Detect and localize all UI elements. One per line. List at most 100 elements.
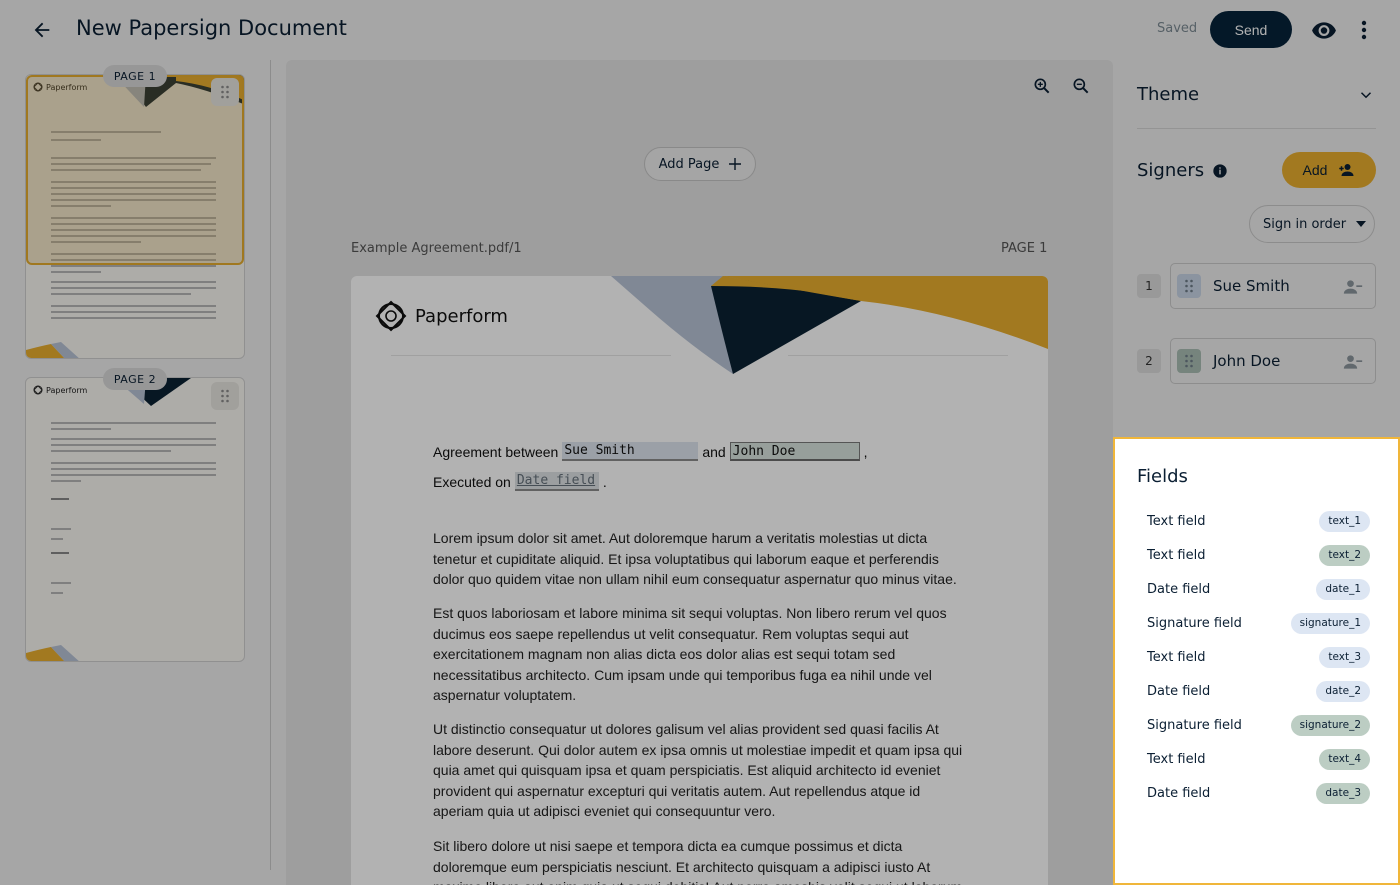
thumbnail-text-line [51,271,101,273]
thumbnail-text-line [51,422,216,424]
thumbnail-text-line [51,287,216,289]
chevron-down-icon [1360,92,1372,99]
thumbnail-logo: Paperform [33,385,87,395]
field-tag: text_2 [1319,544,1370,566]
thumbnail-text-line [51,468,216,470]
thumbnail-text-line [51,582,71,584]
thumbnail-text-line [51,480,81,482]
person-remove-icon [1343,280,1363,294]
header-rule [788,355,1008,356]
drag-handle-icon [221,389,229,403]
signer-2-order: 2 [1137,349,1161,373]
sign-order-value: Sign in order [1263,216,1347,232]
thumbnail-text-line [51,592,63,594]
remove-signer-2-button[interactable] [1343,352,1363,372]
page-thumbnail-2[interactable]: Paperform [25,377,245,662]
page-1-label: PAGE 1 [103,65,167,87]
paperform-logo: Paperform [375,300,508,332]
agreement-prefix: Agreement between [433,443,559,460]
page-thumbnail-1[interactable]: Paperform [25,74,245,359]
field-label: Signature field [1147,717,1242,733]
thumbnail-text-line [51,538,63,540]
field-item[interactable]: Text field text_2 [1147,544,1370,566]
zoom-in-button[interactable] [1032,76,1052,96]
theme-toggle[interactable] [1357,86,1375,104]
section-divider [1137,128,1376,129]
field-tag: date_1 [1316,578,1370,600]
page-thumbnails: Paperform PAGE 1 Paperform PAGE 2 [0,60,271,870]
sign-order-select[interactable]: Sign in order [1249,205,1375,243]
settings-panel: Theme Signers Add Sign in order 1 Sue Sm… [1113,60,1400,885]
field-item[interactable]: Date field date_3 [1147,782,1370,804]
thumbnail-text-line [51,444,216,446]
add-signer-label: Add [1302,162,1328,178]
field-label: Date field [1147,683,1211,699]
info-icon[interactable] [1212,163,1228,179]
thumbnail-text-line [51,450,171,452]
fields-title: Fields [1137,466,1188,487]
brand-name: Paperform [415,305,508,327]
field-item[interactable]: Text field text_4 [1147,748,1370,770]
thumbnail-text-line [51,265,216,267]
add-signer-button[interactable]: Add [1282,152,1376,188]
arrow-left-icon [34,22,50,38]
thumbnail-text-line [51,305,216,307]
agreement-suffix: , [863,443,868,460]
more-menu-button[interactable] [1352,15,1376,45]
field-tag: text_1 [1319,510,1370,532]
field-item[interactable]: Date field date_2 [1147,680,1370,702]
zoom-out-button[interactable] [1071,76,1091,96]
thumbnail-text-line [51,281,216,283]
field-label: Text field [1147,751,1206,767]
agreement-and: and [702,443,726,460]
field-item[interactable]: Date field date_1 [1147,578,1370,600]
back-button[interactable] [26,14,58,46]
body-paragraph: Est quos laboriosam et labore minima sit… [433,605,947,703]
thumbnail-text-line [51,474,216,476]
thumbnail-footer-art [26,342,79,358]
field-item[interactable]: Signature field signature_1 [1147,612,1370,634]
page-2-label: PAGE 2 [103,368,167,390]
thumbnail-text-line [51,462,216,464]
field-label: Date field [1147,581,1211,597]
fields-panel: Fields Text field text_1 Text field text_2… [1113,437,1400,885]
document-page: Paperform Agreement between Sue Smith an… [351,276,1048,885]
signers-title: Signers [1137,160,1205,181]
body-paragraph: Sit libero dolore ut nisi saepe et tempo… [433,838,962,885]
page-2-drag-handle[interactable] [211,382,239,410]
thumbnail-footer-art [26,645,79,661]
field-tag: signature_2 [1290,714,1370,736]
field-tag: date_3 [1316,782,1370,804]
page-number: PAGE 1 [1001,241,1048,256]
executed-line: Executed on Date field . [433,472,607,491]
document-title[interactable]: New Papersign Document [76,16,347,40]
remove-signer-1-button[interactable] [1343,277,1363,297]
signer-1-drag-handle[interactable] [1177,274,1201,298]
signer-2-text-field[interactable]: John Doe [729,442,860,461]
paperform-logo-icon [375,300,407,332]
signer-2-card[interactable]: John Doe [1170,338,1376,384]
page-1-drag-handle[interactable] [211,78,239,106]
eye-icon [1312,22,1336,39]
field-tag: date_2 [1316,680,1370,702]
date-field[interactable]: Date field [514,472,599,491]
drag-handle-icon [1185,279,1193,293]
field-item[interactable]: Signature field signature_2 [1147,714,1370,736]
signer-1-card[interactable]: Sue Smith [1170,263,1376,309]
field-label: Date field [1147,785,1211,801]
person-add-icon [1339,164,1354,176]
preview-button[interactable] [1309,15,1339,45]
send-button[interactable]: Send [1210,11,1292,48]
add-page-button[interactable]: Add Page [644,147,756,181]
signer-2-drag-handle[interactable] [1177,349,1201,373]
field-item[interactable]: Text field text_1 [1147,510,1370,532]
saved-status: Saved [1157,21,1198,36]
signer-1-text-field[interactable]: Sue Smith [562,442,699,461]
field-item[interactable]: Text field text_3 [1147,646,1370,668]
document-viewer: Add Page Example Agreement.pdf/1 PAGE 1 … [286,60,1113,885]
theme-title[interactable]: Theme [1137,84,1199,105]
plus-icon [729,158,742,170]
header-rule [391,355,671,356]
thumbnail-text-line [51,311,216,313]
thumbnail-text-line [51,428,111,430]
